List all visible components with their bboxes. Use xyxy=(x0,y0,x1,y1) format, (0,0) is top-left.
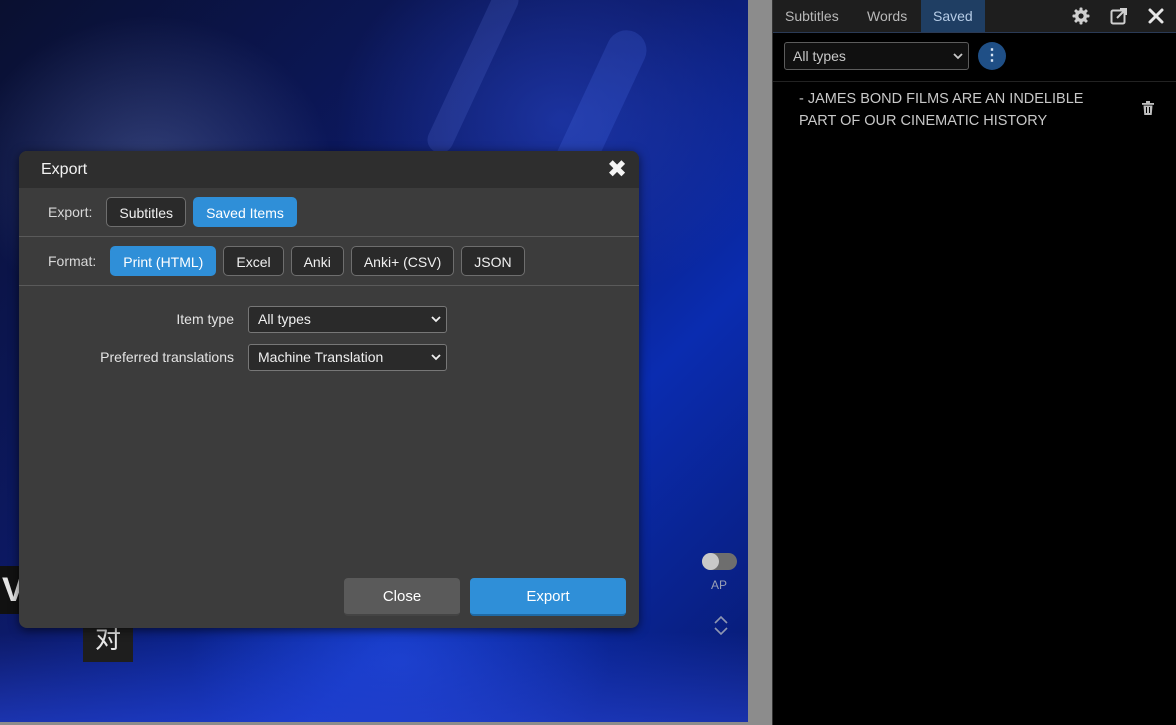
autopause-label: AP xyxy=(711,578,728,592)
chevron-down-icon xyxy=(953,43,963,79)
autopause-toggle[interactable] xyxy=(702,553,737,570)
export-dialog: Export ✖ Export: Subtitles Saved Items F… xyxy=(19,151,639,628)
export-saved-items-button[interactable]: Saved Items xyxy=(193,197,297,227)
tab-subtitles[interactable]: Subtitles xyxy=(773,0,851,32)
format-json-button[interactable]: JSON xyxy=(461,246,525,276)
format-excel-button[interactable]: Excel xyxy=(223,246,284,276)
item-type-select[interactable]: All types xyxy=(248,306,447,333)
subtitle-nav xyxy=(712,614,730,638)
more-options-button[interactable]: ⋮ xyxy=(978,42,1006,70)
export-button[interactable]: Export xyxy=(470,578,626,616)
export-options-form: Item type All types Preferred translatio… xyxy=(19,286,639,566)
external-open-icon[interactable] xyxy=(1109,6,1129,26)
preferred-translations-label: Preferred translations xyxy=(100,349,234,365)
toggle-knob xyxy=(702,553,719,570)
dialog-title: Export xyxy=(41,161,88,178)
chevron-down-icon xyxy=(431,307,441,341)
preferred-translations-value: Machine Translation xyxy=(258,349,384,365)
light-streak xyxy=(423,0,523,158)
preferred-translations-select[interactable]: Machine Translation xyxy=(248,344,447,371)
tab-words[interactable]: Words xyxy=(855,0,919,32)
close-icon[interactable]: ✖ xyxy=(605,157,629,181)
chevron-up-icon[interactable] xyxy=(712,614,730,626)
close-icon[interactable] xyxy=(1146,6,1166,26)
chevron-down-icon[interactable] xyxy=(712,626,730,638)
export-label: Export: xyxy=(48,204,93,220)
chevron-down-icon xyxy=(431,345,441,379)
dialog-header: Export ✖ xyxy=(19,151,639,188)
format-print-html-button[interactable]: Print (HTML) xyxy=(110,246,217,276)
export-subtitles-button[interactable]: Subtitles xyxy=(106,197,187,227)
trash-icon[interactable] xyxy=(1142,101,1154,115)
format-label: Format: xyxy=(48,253,97,269)
filter-row: All types xyxy=(773,33,1176,82)
format-anki-plus-csv-button[interactable]: Anki+ (CSV) xyxy=(350,246,455,276)
saved-item-text[interactable]: - JAMES BOND FILMS ARE AN INDELIBLE PART… xyxy=(799,88,1119,132)
format-row: Format: Print (HTML) Excel Anki Anki+ (C… xyxy=(19,237,639,286)
type-filter-value: All types xyxy=(793,48,846,64)
item-type-value: All types xyxy=(258,311,311,327)
close-button[interactable]: Close xyxy=(344,578,460,616)
side-panel: Subtitles Words Saved All types ⋮ - JAME… xyxy=(772,0,1176,725)
tab-saved[interactable]: Saved xyxy=(921,0,985,32)
export-source-row: Export: Subtitles Saved Items xyxy=(19,188,639,237)
format-anki-button[interactable]: Anki xyxy=(290,246,344,276)
panel-tabs: Subtitles Words Saved xyxy=(773,0,1176,33)
item-type-label: Item type xyxy=(176,311,234,327)
type-filter-select[interactable]: All types xyxy=(784,42,969,70)
gear-icon[interactable] xyxy=(1071,6,1091,26)
